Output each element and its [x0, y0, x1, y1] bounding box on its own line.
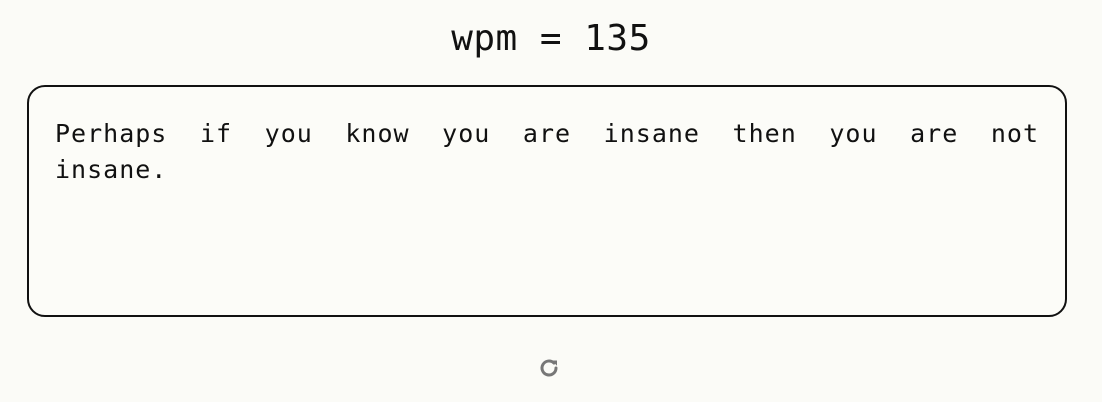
wpm-display: wpm = 135	[451, 18, 651, 59]
passage-text: Perhaps if you know you are insane then …	[55, 119, 1039, 184]
refresh-icon	[537, 356, 561, 383]
typing-area[interactable]: Perhaps if you know you are insane then …	[27, 85, 1067, 317]
restart-button[interactable]	[535, 355, 563, 383]
